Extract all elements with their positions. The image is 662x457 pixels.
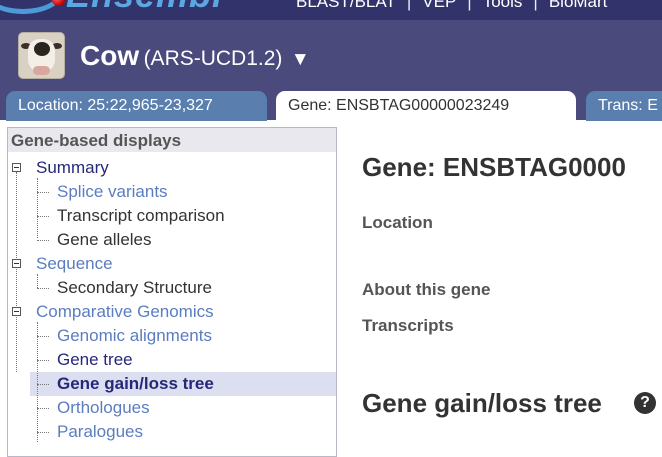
tools-link[interactable]: Tools [483,0,523,12]
tree-line [37,384,49,385]
vep-link[interactable]: VEP [422,0,456,12]
nav-item-secondary-structure: Secondary Structure [57,278,212,297]
tree-line [37,274,38,288]
nav-header: Gene-based displays [8,128,336,152]
tree-line [37,216,49,217]
tree-line [37,336,49,337]
nav-item-transcript-comparison: Transcript comparison [57,206,225,225]
divider: | [406,0,412,11]
summary-label-location: Location [362,213,433,232]
collapse-toggle-icon[interactable] [12,163,21,172]
tree-line [37,408,49,409]
nav-item-gene-alleles: Gene alleles [57,230,152,249]
divider: | [533,0,538,11]
species-selector[interactable]: Cow (ARS-UCD1.2) ▼ [80,40,310,72]
tree-line [37,192,49,193]
summary-label-about: About this gene [362,280,491,299]
nav-item-genomic-alignments[interactable]: Genomic alignments [57,326,212,346]
nav-item-splice-variants[interactable]: Splice variants [57,182,168,202]
masthead: Ensembl BLAST/BLAT | VEP | Tools | BioMart [0,0,662,20]
tree-line [16,172,17,372]
tab-gene[interactable]: Gene: ENSBTAG00000023249 [276,91,576,121]
tree-line [37,240,49,241]
tree-line [37,432,49,433]
gene-nav-panel: Gene-based displays Summary Splice varia… [7,127,337,457]
tree-line [37,178,38,238]
page-title: Gene: ENSBTAG0000 [362,152,626,182]
assembly-name: (ARS-UCD1.2) [143,47,283,70]
cow-patch [34,42,50,56]
collapse-toggle-icon[interactable] [12,259,21,268]
logo-text: Ensembl [66,0,223,16]
divider: | [467,0,472,11]
species-name: Cow [80,40,140,71]
nav-item-orthologues[interactable]: Orthologues [57,398,150,418]
tab-transcript[interactable]: Trans: E [586,91,662,121]
biomart-link[interactable]: BioMart [549,0,608,12]
tree-line [37,288,49,289]
nav-item-paralogues[interactable]: Paralogues [57,422,143,442]
nav-item-sequence[interactable]: Sequence [36,254,113,274]
cow-species-icon[interactable] [18,32,65,79]
nav-item-summary[interactable]: Summary [36,158,109,178]
tab-location[interactable]: Location: 25:22,965-23,327 [6,91,267,121]
summary-label-transcripts: Transcripts [362,316,454,335]
nav-item-gene-gain-loss-tree[interactable]: Gene gain/loss tree [57,374,214,394]
nav-item-gene-tree[interactable]: Gene tree [57,350,133,370]
section-title: Gene gain/loss tree [362,388,602,418]
tree-line [37,322,38,442]
help-icon[interactable]: ? [634,392,656,414]
nav-item-comparative-genomics[interactable]: Comparative Genomics [36,302,214,322]
tree-line [37,360,49,361]
collapse-toggle-icon[interactable] [12,307,21,316]
tools-menu: BLAST/BLAT | VEP | Tools | BioMart [296,0,607,12]
blast-link[interactable]: BLAST/BLAT [296,0,396,12]
chevron-down-icon[interactable]: ▼ [291,49,310,70]
cow-nose [33,66,50,75]
